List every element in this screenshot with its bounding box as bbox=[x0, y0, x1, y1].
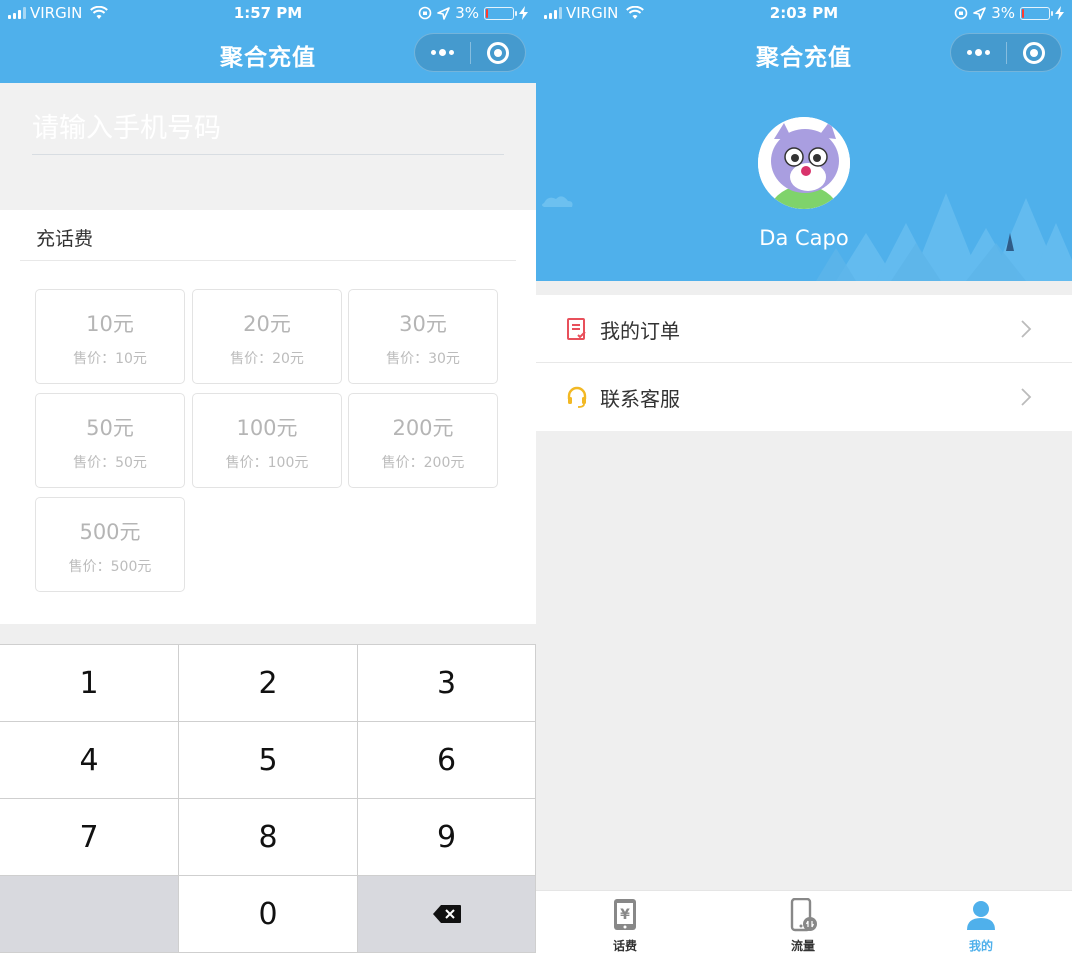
yen-phone-icon: ¥ bbox=[614, 899, 636, 930]
headset-icon bbox=[567, 386, 587, 408]
option-sale-price: 售价：30元 bbox=[386, 351, 460, 367]
user-icon bbox=[967, 901, 995, 930]
option-face-value: 100元 bbox=[236, 416, 298, 440]
recharge-panel: 充话费 10元 售价：10元 20元 售价：20元 30元 售价：30元 50元 售价：50元… bbox=[0, 210, 536, 624]
tab-label: 我的 bbox=[968, 939, 993, 953]
recharge-option[interactable]: 10元售价：10元 bbox=[35, 289, 185, 384]
key-backspace[interactable] bbox=[358, 876, 536, 953]
key-digit[interactable]: 3 bbox=[358, 645, 536, 722]
tab-label: 流量 bbox=[790, 939, 815, 953]
profile-menu: 我的订单 联系客服 bbox=[536, 295, 1072, 431]
option-face-value: 200元 bbox=[392, 416, 454, 440]
key-digit[interactable]: 7 bbox=[0, 799, 179, 876]
option-face-value: 10元 bbox=[86, 312, 134, 336]
chevron-right-icon bbox=[1021, 388, 1032, 406]
tab-phone-credit[interactable]: ¥ 话费 bbox=[536, 891, 714, 953]
battery-percent: 3% bbox=[455, 4, 479, 22]
battery-icon bbox=[1020, 6, 1053, 20]
mini-program-capsule bbox=[414, 33, 526, 72]
cartoon-avatar-icon bbox=[758, 117, 850, 209]
option-sale-price: 售价：200元 bbox=[381, 455, 465, 471]
recharge-option[interactable]: 500元售价：500元 bbox=[35, 497, 185, 592]
profile-header: Da Capo bbox=[536, 83, 1072, 281]
mini-program-capsule bbox=[950, 33, 1062, 72]
menu-label-support: 联系客服 bbox=[600, 387, 680, 411]
bottom-tab-bar: ¥ 话费 流量 我的 bbox=[536, 890, 1072, 953]
option-sale-price: 售价：10元 bbox=[73, 351, 147, 367]
close-target-icon bbox=[486, 41, 509, 64]
top-bar: VIRGIN 1:57 PM 3% 聚合充值 bbox=[0, 0, 536, 83]
close-target-icon bbox=[1022, 41, 1045, 64]
status-bar: VIRGIN 1:57 PM 3% bbox=[0, 0, 536, 26]
option-sale-price: 售价：100元 bbox=[225, 455, 309, 471]
key-digit[interactable]: 9 bbox=[358, 799, 536, 876]
key-digit[interactable]: 4 bbox=[0, 722, 179, 799]
close-mini-program-button[interactable] bbox=[471, 34, 526, 71]
order-icon bbox=[567, 318, 586, 340]
tab-data[interactable]: 流量 bbox=[714, 891, 892, 953]
recharge-screen: VIRGIN 1:57 PM 3% 聚合充值 充话 bbox=[0, 0, 536, 953]
key-digit[interactable]: 5 bbox=[179, 722, 358, 799]
recharge-option[interactable]: 20元售价：20元 bbox=[192, 289, 342, 384]
top-bar: VIRGIN 2:03 PM 3% 聚合充值 bbox=[536, 0, 1072, 83]
section-title: 充话费 bbox=[36, 228, 94, 250]
more-button[interactable] bbox=[415, 34, 470, 71]
phone-input-area bbox=[0, 83, 536, 210]
phone-number-input[interactable] bbox=[32, 103, 504, 155]
key-digit[interactable]: 8 bbox=[179, 799, 358, 876]
key-digit[interactable]: 6 bbox=[358, 722, 536, 799]
more-button[interactable] bbox=[951, 34, 1006, 71]
tab-mine[interactable]: 我的 bbox=[892, 891, 1070, 953]
option-face-value: 50元 bbox=[86, 416, 134, 440]
status-right: 3% bbox=[418, 4, 528, 22]
option-sale-price: 售价：50元 bbox=[73, 455, 147, 471]
option-face-value: 20元 bbox=[243, 312, 291, 336]
recharge-option[interactable]: 30元售价：30元 bbox=[348, 289, 498, 384]
key-empty bbox=[0, 876, 179, 953]
key-digit[interactable]: 1 bbox=[0, 645, 179, 722]
charging-icon bbox=[1055, 6, 1064, 20]
location-icon bbox=[437, 6, 451, 20]
option-face-value: 30元 bbox=[399, 312, 447, 336]
orientation-lock-icon bbox=[418, 6, 432, 20]
svg-text:¥: ¥ bbox=[620, 907, 630, 923]
more-icon bbox=[430, 49, 454, 56]
recharge-option[interactable]: 200元售价：200元 bbox=[348, 393, 498, 488]
menu-item-orders[interactable]: 我的订单 bbox=[536, 295, 1072, 363]
battery-icon bbox=[484, 6, 517, 20]
data-phone-icon bbox=[790, 898, 817, 932]
tab-label: 话费 bbox=[612, 939, 637, 953]
chevron-right-icon bbox=[1021, 320, 1032, 338]
option-sale-price: 售价：500元 bbox=[68, 559, 152, 575]
recharge-option[interactable]: 50元售价：50元 bbox=[35, 393, 185, 488]
status-right: 3% bbox=[954, 4, 1064, 22]
option-face-value: 500元 bbox=[79, 520, 141, 544]
key-digit[interactable]: 0 bbox=[179, 876, 358, 953]
profile-screen: VIRGIN 2:03 PM 3% 聚合充值 Da Capo 我的订单 联系客服… bbox=[536, 0, 1072, 953]
status-bar: VIRGIN 2:03 PM 3% bbox=[536, 0, 1072, 26]
backspace-icon bbox=[432, 905, 461, 923]
close-mini-program-button[interactable] bbox=[1007, 34, 1062, 71]
recharge-option[interactable]: 100元售价：100元 bbox=[192, 393, 342, 488]
avatar[interactable] bbox=[758, 117, 850, 209]
key-digit[interactable]: 2 bbox=[179, 645, 358, 722]
option-sale-price: 售价：20元 bbox=[230, 351, 304, 367]
numeric-keypad: 123 456 7890 bbox=[0, 644, 536, 953]
menu-label-orders: 我的订单 bbox=[600, 319, 680, 343]
more-icon bbox=[966, 49, 990, 56]
orientation-lock-icon bbox=[954, 6, 968, 20]
location-icon bbox=[973, 6, 987, 20]
charging-icon bbox=[519, 6, 528, 20]
battery-percent: 3% bbox=[991, 4, 1015, 22]
menu-item-support[interactable]: 联系客服 bbox=[536, 363, 1072, 431]
user-nickname: Da Capo bbox=[759, 226, 849, 250]
